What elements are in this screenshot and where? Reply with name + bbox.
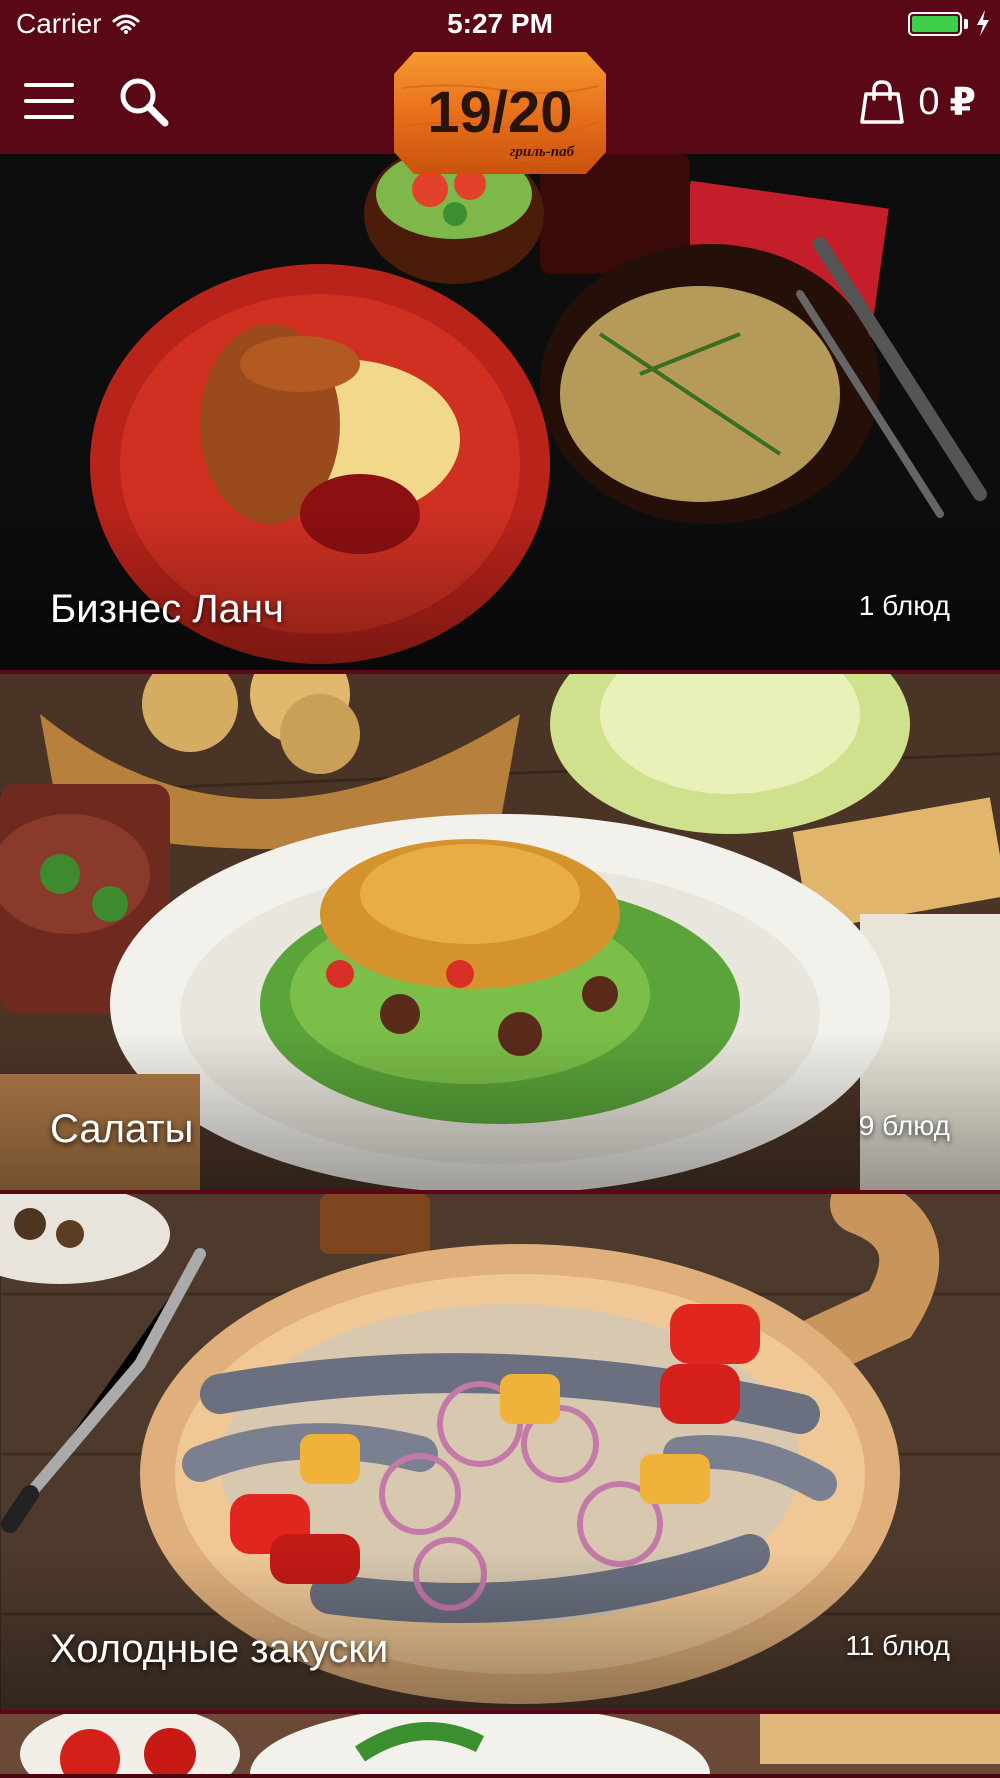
category-photo-next <box>0 1714 1000 1774</box>
hamburger-icon-line <box>24 115 74 119</box>
logo-main-text: 19/20 <box>427 80 572 145</box>
category-list: Бизнес Ланч 1 блюд Салаты 9 блюд Холодны… <box>0 154 1000 1774</box>
shopping-bag-icon <box>860 80 905 124</box>
category-title: Салаты <box>50 1107 194 1151</box>
battery-icon <box>908 12 962 36</box>
menu-button[interactable] <box>24 83 74 119</box>
currency-symbol: ₽ <box>949 81 976 124</box>
hamburger-icon-line <box>24 83 74 87</box>
status-bar: Carrier 5:27 PM <box>0 0 1000 50</box>
bolt-icon <box>977 10 989 36</box>
category-title: Холодные закуски <box>50 1627 389 1671</box>
category-card-business-lunch[interactable]: Бизнес Ланч 1 блюд <box>0 154 1000 674</box>
logo-subtitle: гриль-паб <box>510 144 575 160</box>
nav-bar: 19/20 гриль-паб 0 ₽ <box>0 50 1000 174</box>
battery-cap <box>964 19 968 29</box>
category-card-next[interactable] <box>0 1714 1000 1774</box>
category-card-salads[interactable]: Салаты 9 блюд <box>0 674 1000 1194</box>
cart-count: 0 <box>918 80 940 123</box>
category-count: 11 блюд <box>845 1630 950 1661</box>
hamburger-icon-line <box>24 99 74 103</box>
category-count: 1 блюд <box>858 590 950 621</box>
status-time: 5:27 PM <box>447 8 553 39</box>
category-card-cold-appetizers[interactable]: Холодные закуски 11 блюд <box>0 1194 1000 1714</box>
category-count: 9 блюд <box>858 1110 950 1141</box>
restaurant-logo[interactable]: 19/20 гриль-паб <box>392 48 608 182</box>
cart-button[interactable]: 0 ₽ <box>860 76 976 128</box>
category-title: Бизнес Ланч <box>50 587 284 631</box>
battery-level <box>912 16 958 32</box>
search-icon[interactable] <box>118 76 170 128</box>
